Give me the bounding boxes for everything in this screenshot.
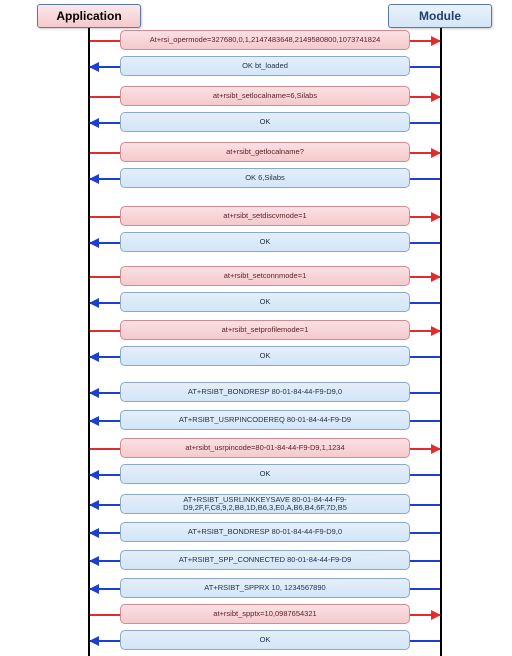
message-row: AT+RSIBT_BONDRESP 80-01-84-44-F9-D9,0 (90, 381, 440, 403)
arrow-right-icon (431, 212, 441, 222)
message-row: OK (90, 345, 440, 367)
arrow-left-icon (89, 352, 99, 362)
message-text: OK (260, 470, 271, 478)
arrow-left-icon (89, 416, 99, 426)
message-row: AT+RSIBT_USRPINCODEREQ 80-01-84-44-F9-D9 (90, 409, 440, 431)
message-box: at+rsibt_usrpincode=80-01-84-44-F9-D9,1,… (120, 438, 410, 458)
arrow-left-icon (89, 636, 99, 646)
message-box: OK (120, 630, 410, 650)
arrow-left-icon (89, 118, 99, 128)
message-row: AT+RSIBT_SPP_CONNECTED 80-01-84-44-F9-D9 (90, 549, 440, 571)
message-text: OK (260, 352, 271, 360)
message-text: AT+RSIBT_SPPRX 10, 1234567890 (204, 584, 325, 592)
message-box: at+rsibt_setlocalname=6,Silabs (120, 86, 410, 106)
message-box: AT+RSIBT_USRLINKKEYSAVE 80-01-84-44-F9-D… (120, 494, 410, 514)
message-text: OK bt_loaded (242, 62, 288, 70)
message-box: OK (120, 346, 410, 366)
message-row: at+rsibt_setprofilemode=1 (90, 319, 440, 341)
message-text: at+rsibt_getlocalname? (226, 148, 304, 156)
message-text: AT+RSIBT_BONDRESP 80-01-84-44-F9-D9,0 (188, 388, 342, 396)
message-row: OK (90, 463, 440, 485)
message-box: at+rsibt_setdiscvmode=1 (120, 206, 410, 226)
sequence-diagram: Application Module At+rsi_opermode=32768… (0, 0, 512, 656)
message-box: AT+RSIBT_USRPINCODEREQ 80-01-84-44-F9-D9 (120, 410, 410, 430)
message-row: at+rsibt_spptx=10,0987654321 (90, 603, 440, 625)
arrow-left-icon (89, 528, 99, 538)
message-box: OK (120, 464, 410, 484)
message-row: OK 6,Silabs (90, 167, 440, 189)
message-row: at+rsibt_usrpincode=80-01-84-44-F9-D9,1,… (90, 437, 440, 459)
arrow-left-icon (89, 500, 99, 510)
message-box: At+rsi_opermode=327680,0,1,2147483648,21… (120, 30, 410, 50)
arrow-right-icon (431, 610, 441, 620)
arrow-left-icon (89, 174, 99, 184)
message-text: at+rsibt_setconnmode=1 (224, 272, 307, 280)
arrow-left-icon (89, 388, 99, 398)
message-box: AT+RSIBT_BONDRESP 80-01-84-44-F9-D9,0 (120, 382, 410, 402)
message-text: OK (260, 238, 271, 246)
arrow-left-icon (89, 62, 99, 72)
message-row: at+rsibt_setlocalname=6,Silabs (90, 85, 440, 107)
arrow-left-icon (89, 470, 99, 480)
message-text: at+rsibt_usrpincode=80-01-84-44-F9-D9,1,… (185, 444, 344, 452)
message-box: at+rsibt_setprofilemode=1 (120, 320, 410, 340)
message-box: OK bt_loaded (120, 56, 410, 76)
message-box: at+rsibt_getlocalname? (120, 142, 410, 162)
message-row: at+rsibt_setdiscvmode=1 (90, 205, 440, 227)
message-box: OK 6,Silabs (120, 168, 410, 188)
message-text: AT+RSIBT_USRPINCODEREQ 80-01-84-44-F9-D9 (179, 416, 351, 424)
message-text: AT+RSIBT_USRLINKKEYSAVE 80-01-84-44-F9-D… (125, 496, 405, 512)
participant-application-label: Application (56, 9, 121, 23)
message-text: At+rsi_opermode=327680,0,1,2147483648,21… (150, 36, 381, 44)
message-box: AT+RSIBT_SPPRX 10, 1234567890 (120, 578, 410, 598)
arrow-left-icon (89, 298, 99, 308)
arrow-left-icon (89, 556, 99, 566)
message-row: OK bt_loaded (90, 55, 440, 77)
message-text: OK 6,Silabs (245, 174, 285, 182)
message-box: OK (120, 292, 410, 312)
message-row: OK (90, 111, 440, 133)
message-text: at+rsibt_setlocalname=6,Silabs (213, 92, 317, 100)
message-text: AT+RSIBT_SPP_CONNECTED 80-01-84-44-F9-D9 (179, 556, 352, 564)
message-row: OK (90, 231, 440, 253)
arrow-right-icon (431, 444, 441, 454)
message-text: at+rsibt_setprofilemode=1 (222, 326, 309, 334)
arrow-right-icon (431, 92, 441, 102)
message-box: at+rsibt_spptx=10,0987654321 (120, 604, 410, 624)
arrow-right-icon (431, 326, 441, 336)
message-box: AT+RSIBT_BONDRESP 80-01-84-44-F9-D9,0 (120, 522, 410, 542)
message-box: AT+RSIBT_SPP_CONNECTED 80-01-84-44-F9-D9 (120, 550, 410, 570)
lifeline-module (440, 28, 442, 656)
participant-module: Module (388, 4, 492, 28)
message-box: OK (120, 232, 410, 252)
arrow-left-icon (89, 238, 99, 248)
message-box: at+rsibt_setconnmode=1 (120, 266, 410, 286)
arrow-left-icon (89, 584, 99, 594)
arrow-right-icon (431, 272, 441, 282)
arrow-right-icon (431, 148, 441, 158)
message-row: AT+RSIBT_SPPRX 10, 1234567890 (90, 577, 440, 599)
message-text: OK (260, 298, 271, 306)
message-row: at+rsibt_getlocalname? (90, 141, 440, 163)
message-text: at+rsibt_spptx=10,0987654321 (213, 610, 316, 618)
message-box: OK (120, 112, 410, 132)
message-text: AT+RSIBT_BONDRESP 80-01-84-44-F9-D9,0 (188, 528, 342, 536)
message-row: AT+RSIBT_BONDRESP 80-01-84-44-F9-D9,0 (90, 521, 440, 543)
arrow-right-icon (431, 36, 441, 46)
message-text: OK (260, 118, 271, 126)
message-text: OK (260, 636, 271, 644)
message-row: AT+RSIBT_USRLINKKEYSAVE 80-01-84-44-F9-D… (90, 493, 440, 515)
message-row: OK (90, 629, 440, 651)
participant-application: Application (37, 4, 141, 28)
message-row: OK (90, 291, 440, 313)
message-text: at+rsibt_setdiscvmode=1 (223, 212, 306, 220)
participant-module-label: Module (419, 9, 461, 23)
message-row: At+rsi_opermode=327680,0,1,2147483648,21… (90, 29, 440, 51)
message-row: at+rsibt_setconnmode=1 (90, 265, 440, 287)
